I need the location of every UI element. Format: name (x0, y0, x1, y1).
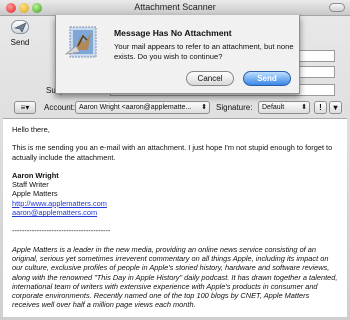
message-body[interactable]: Hello there, This is me sending you an e… (3, 118, 347, 317)
separator-line: ---------------------------------------- (12, 226, 111, 236)
header-options-button[interactable]: ≡▾ (14, 101, 36, 114)
signature-label: Signature: (216, 103, 253, 112)
sheet-message: Your mail appears to refer to an attachm… (114, 42, 294, 61)
about-paragraph: Apple Matters is a leader in the new med… (12, 244, 338, 310)
greeting: Hello there, (12, 125, 50, 134)
window-title: Attachment Scanner (134, 2, 216, 12)
mail-stamp-icon (64, 26, 97, 58)
signature-url-link[interactable]: http://www.applematters.com (12, 199, 338, 208)
send-toolbar-button[interactable] (11, 20, 29, 34)
priority-button[interactable]: ! (314, 101, 327, 114)
sheet-title: Message Has No Attachment (114, 28, 232, 38)
account-popup[interactable]: Aaron Wright <aaron@applematte... ⬍ (75, 101, 210, 114)
account-value: Aaron Wright <aaron@applematte... (79, 104, 192, 111)
signature-email-link[interactable]: aaron@applematters.com (12, 208, 338, 217)
account-bar: ≡▾ Account: Aaron Wright <aaron@applemat… (0, 100, 350, 117)
popup-arrows-icon: ⬍ (201, 104, 207, 111)
send-toolbar-label: Send (10, 38, 30, 47)
signature-title: Staff Writer (12, 180, 49, 190)
compose-window: Attachment Scanner Send Subj ≡▾ Account:… (0, 0, 350, 320)
signature-popup[interactable]: Default ⬍ (258, 101, 310, 114)
popup-arrows-icon: ⬍ (301, 104, 307, 111)
title-bar[interactable]: Attachment Scanner (0, 0, 350, 16)
body-paragraph: This is me sending you an e-mail with an… (12, 143, 333, 162)
account-label: Account: (44, 103, 76, 112)
signature-company: Apple Matters (12, 189, 58, 199)
signature-value: Default (262, 104, 285, 111)
signature-name: Aaron Wright (12, 170, 59, 180)
priority-menu-arrow[interactable]: ▾ (329, 101, 342, 114)
cancel-button[interactable]: Cancel (186, 71, 234, 86)
toolbar-toggle-button[interactable] (329, 3, 345, 12)
send-button[interactable]: Send (243, 71, 291, 86)
send-icon (14, 22, 27, 33)
no-attachment-sheet: Message Has No Attachment Your mail appe… (55, 15, 300, 94)
